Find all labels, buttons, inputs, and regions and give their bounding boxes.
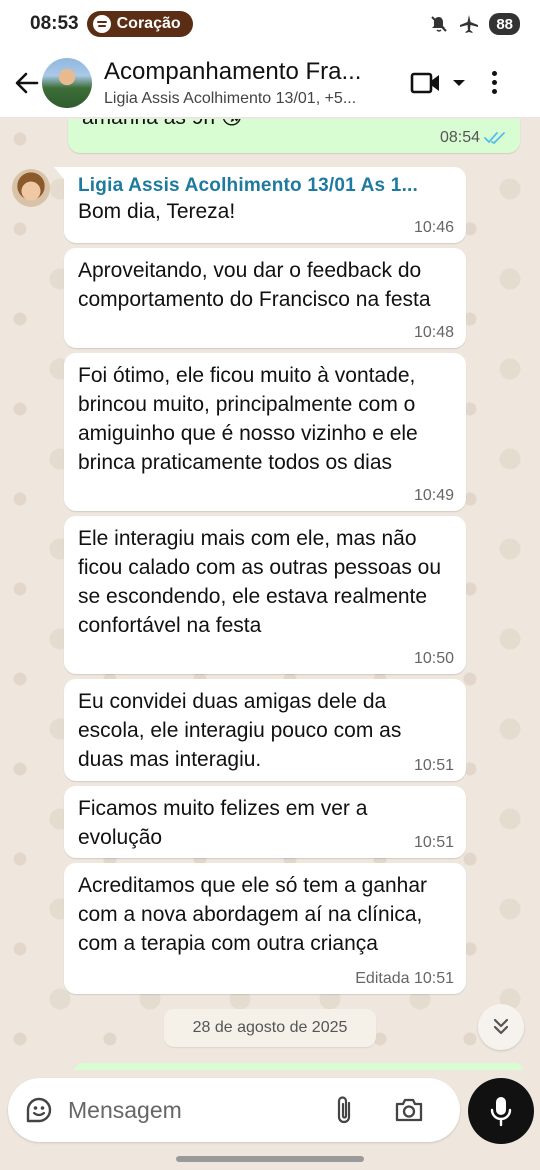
- outgoing-message-preview: [74, 1063, 524, 1070]
- battery-icon: 88: [489, 13, 520, 35]
- chat-header: Acompanhamento Fra... Ligia Assis Acolhi…: [0, 48, 540, 118]
- paperclip-icon[interactable]: [332, 1095, 358, 1125]
- video-call-icon: [410, 72, 439, 93]
- now-playing-pill[interactable]: Coração: [86, 11, 193, 37]
- incoming-message[interactable]: Ele interagiu mais com ele, mas não fico…: [64, 516, 466, 674]
- incoming-message[interactable]: Eu convidei duas amigas dele da escola, …: [64, 679, 466, 781]
- message-text: Ele interagiu mais com ele, mas não fico…: [78, 527, 442, 637]
- back-button[interactable]: [8, 58, 46, 108]
- chat-participants: Ligia Assis Acolhimento 13/01, +5...: [104, 89, 357, 107]
- sender-name[interactable]: Ligia Assis Acolhimento 13/01 As 1...: [78, 175, 452, 197]
- status-bar: 08:53 Coração 88: [0, 0, 540, 48]
- gesture-nav-handle[interactable]: [176, 1156, 364, 1162]
- camera-icon[interactable]: [394, 1097, 424, 1123]
- outgoing-message[interactable]: amanhã às 9h 😘 08:54: [68, 119, 520, 153]
- group-avatar[interactable]: [42, 57, 92, 108]
- date-separator: 28 de agosto de 2025: [164, 1009, 376, 1047]
- message-composer: [8, 1078, 460, 1142]
- incoming-message[interactable]: Aproveitando, vou dar o feedback do comp…: [64, 248, 466, 348]
- message-text: Bom dia, Tereza!: [78, 200, 236, 223]
- message-text: Acreditamos que ele só tem a ganhar com …: [78, 874, 428, 955]
- message-time: 10:51: [413, 834, 454, 851]
- status-icons: 88: [429, 13, 520, 35]
- message-time: 10:51: [413, 757, 454, 774]
- message-time: 10:46: [413, 219, 454, 236]
- message-text: Foi ótimo, ele ficou muito à vontade, br…: [78, 364, 418, 474]
- message-text: Aproveitando, vou dar o feedback do comp…: [78, 259, 431, 311]
- more-vert-icon[interactable]: [492, 71, 497, 94]
- chevron-down-icon: [453, 79, 465, 86]
- status-time: 08:53: [30, 13, 79, 34]
- message-text: amanhã às 9h 😘: [82, 119, 243, 130]
- video-call-button[interactable]: [410, 71, 466, 95]
- sticker-icon[interactable]: [24, 1095, 54, 1125]
- message-time: 10:50: [413, 650, 454, 667]
- message-text: Eu convidei duas amigas dele da escola, …: [78, 690, 402, 771]
- scroll-down-icon: [493, 1018, 509, 1035]
- message-input[interactable]: [68, 1096, 318, 1124]
- spotify-icon: [92, 15, 111, 33]
- chat-title: Acompanhamento Fra...: [104, 57, 362, 85]
- message-time: 08:54: [439, 129, 480, 146]
- back-arrow-icon: [15, 72, 39, 93]
- message-time: Editada 10:51: [355, 970, 454, 987]
- now-playing-label: Coração: [116, 15, 181, 32]
- message-meta: 08:54: [440, 129, 510, 147]
- mic-icon: [490, 1097, 512, 1127]
- airplane-icon: [460, 15, 479, 33]
- message-time: 10:48: [413, 324, 454, 341]
- incoming-message[interactable]: Ficamos muito felizes em ver a evolução …: [64, 786, 466, 858]
- chat-info[interactable]: Acompanhamento Fra... Ligia Assis Acolhi…: [104, 58, 394, 108]
- incoming-message[interactable]: Acreditamos que ele só tem a ganhar com …: [64, 863, 466, 994]
- scroll-down-button[interactable]: [478, 1004, 524, 1050]
- chat-messages[interactable]: amanhã às 9h 😘 08:54 Ligia Assis Acolhim…: [0, 119, 540, 1070]
- sender-avatar[interactable]: [12, 169, 50, 207]
- mute-icon: [431, 16, 448, 32]
- double-check-icon: [484, 132, 505, 145]
- incoming-message[interactable]: Ligia Assis Acolhimento 13/01 As 1... Bo…: [54, 167, 466, 243]
- incoming-message[interactable]: Foi ótimo, ele ficou muito à vontade, br…: [64, 353, 466, 511]
- mic-button[interactable]: [468, 1078, 534, 1144]
- message-time: 10:49: [413, 487, 454, 504]
- message-text: Ficamos muito felizes em ver a evolução: [78, 797, 368, 849]
